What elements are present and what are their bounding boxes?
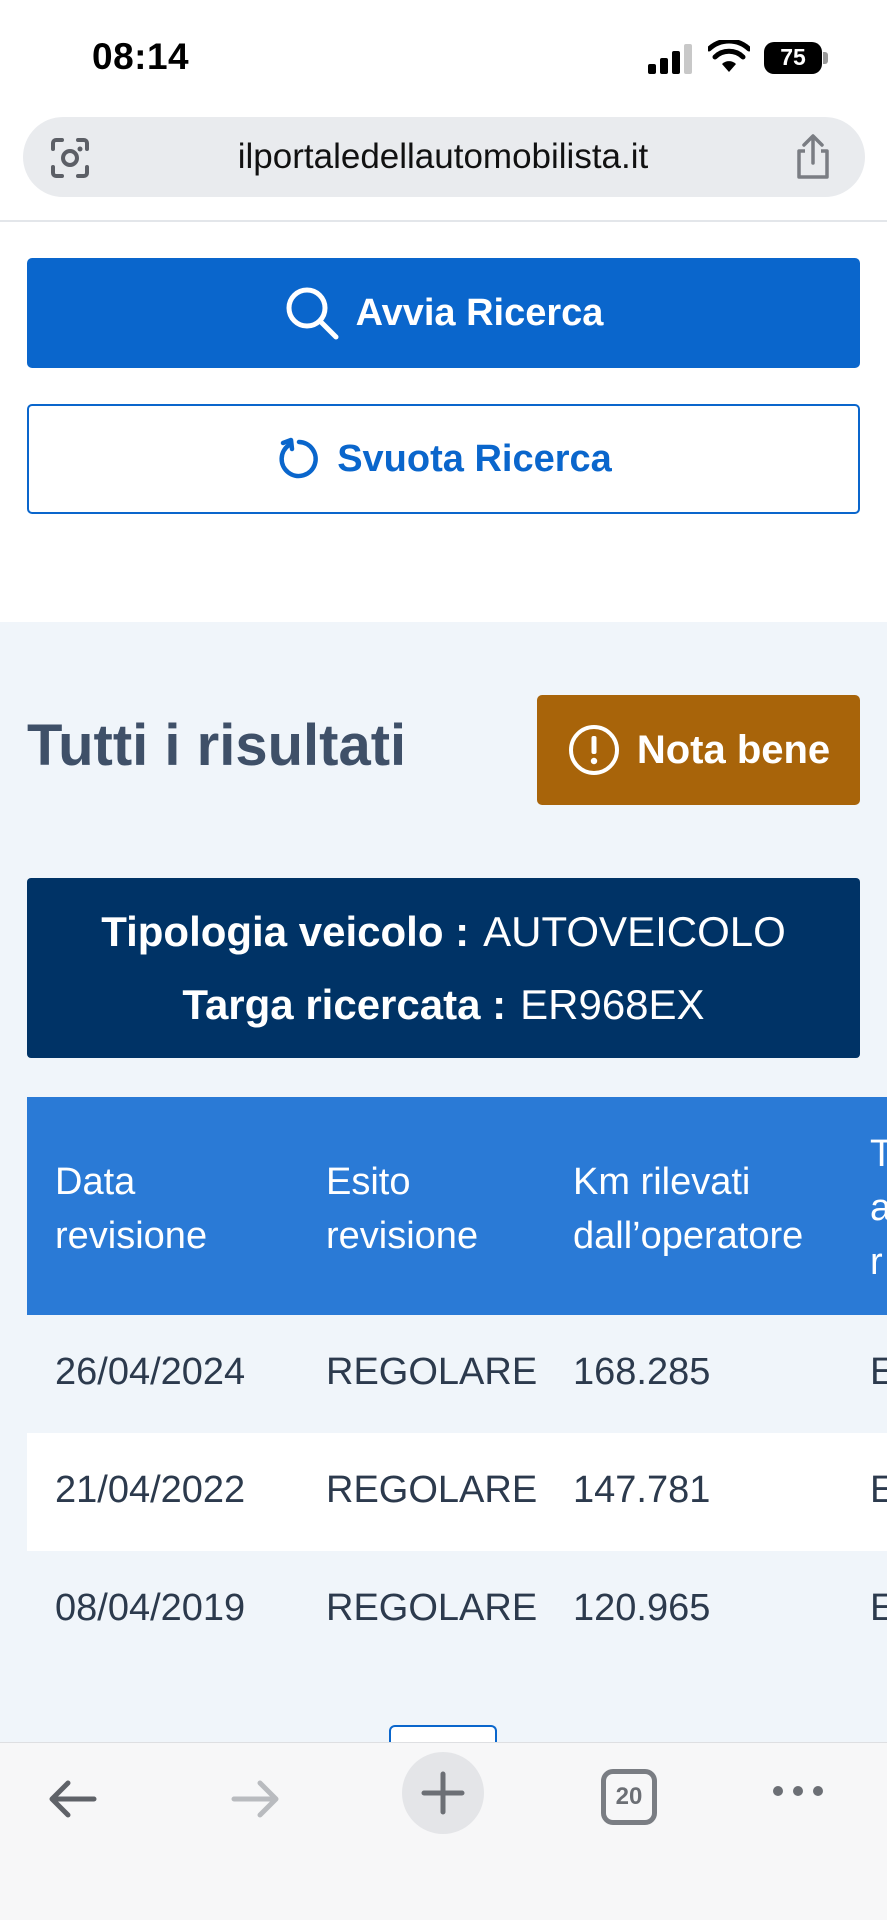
cell-extra: E [870, 1351, 887, 1393]
cell-km: 120.965 [573, 1587, 711, 1629]
results-title: Tutti i risultati [27, 713, 407, 778]
exclamation-circle-icon [568, 725, 619, 775]
cell-km: 147.781 [573, 1469, 711, 1511]
table-row: 08/04/2019 REGOLARE 120.965 E [27, 1551, 887, 1669]
status-bar: 08:14 75 [0, 0, 887, 110]
battery-icon: 75 [764, 42, 828, 74]
address-bar[interactable]: ilportaledellautomobilista.it [23, 117, 865, 197]
back-arrow-icon[interactable] [44, 1771, 100, 1827]
vehicle-type-line: Tipologia veicolo : AUTOVEICOLO [27, 908, 860, 956]
more-options-icon[interactable] [770, 1781, 826, 1801]
cell-extra: E [870, 1469, 887, 1511]
plate-value: ER968EX [520, 981, 705, 1028]
cell-date: 08/04/2019 [55, 1587, 246, 1629]
cell-km: 168.285 [573, 1351, 711, 1393]
cellular-signal-icon [648, 44, 692, 74]
share-icon[interactable] [791, 133, 835, 181]
cell-outcome: REGOLARE [326, 1469, 538, 1511]
vehicle-info-box: Tipologia veicolo : AUTOVEICOLO Targa ric… [27, 878, 860, 1058]
plate-key: Targa ricercata : [182, 981, 507, 1028]
wifi-icon [708, 40, 750, 72]
tabs-count-button[interactable]: 20 [601, 1769, 657, 1825]
table-header: Data revisione Esito revisione Km rilevati… [27, 1097, 887, 1315]
plus-icon [421, 1771, 465, 1815]
cell-date: 26/04/2024 [55, 1351, 246, 1393]
url-text[interactable]: ilportaledellautomobilista.it [113, 137, 773, 177]
nota-bene-label: Nota bene [636, 727, 831, 772]
browser-toolbar: 20 [0, 1742, 887, 1920]
divider [0, 220, 887, 222]
header-data-revisione: Data revisione [55, 1161, 208, 1257]
cell-date: 21/04/2022 [55, 1469, 246, 1511]
header-esito-revisione: Esito revisione [326, 1161, 479, 1257]
search-icon [286, 287, 339, 340]
vehicle-type-value: AUTOVEICOLO [483, 908, 786, 955]
battery-level: 75 [780, 44, 806, 70]
forward-arrow-icon[interactable] [228, 1771, 284, 1827]
table-row: 21/04/2022 REGOLARE 147.781 E [27, 1433, 887, 1551]
search-button-label: Avvia Ricerca [355, 291, 604, 334]
clear-search-button-label: Svuota Ricerca [337, 437, 612, 480]
vehicle-type-key: Tipologia veicolo : [101, 908, 470, 955]
header-km-rilevati: Km rilevati dall’operatore [573, 1161, 804, 1257]
new-tab-button[interactable] [402, 1752, 484, 1834]
plate-line: Targa ricercata : ER968EX [27, 981, 860, 1029]
status-time: 08:14 [92, 36, 190, 77]
reset-icon [279, 437, 319, 479]
header-truncated: Tar [870, 1133, 887, 1283]
nota-bene-button[interactable]: Nota bene [537, 695, 860, 805]
cell-outcome: REGOLARE [326, 1351, 538, 1393]
search-button[interactable]: Avvia Ricerca [27, 258, 860, 368]
cell-outcome: REGOLARE [326, 1587, 538, 1629]
table-row: 26/04/2024 REGOLARE 168.285 E [27, 1315, 887, 1433]
clear-search-button[interactable]: Svuota Ricerca [27, 404, 860, 514]
camera-lens-icon[interactable] [49, 137, 91, 179]
results-section: Tutti i risultati Nota bene Tipologia ve… [0, 622, 887, 1742]
cell-extra: E [870, 1587, 887, 1629]
